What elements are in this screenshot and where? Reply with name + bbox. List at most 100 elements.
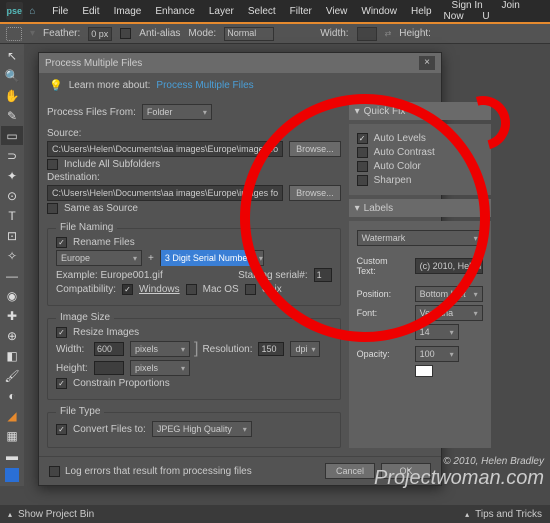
clone-tool-icon[interactable]: ⊕ [1,326,23,345]
marquee-tool-icon[interactable] [6,27,22,41]
width-label: Width: [56,344,88,355]
expand-icon[interactable]: ▴ [8,510,12,519]
height-unit-dropdown[interactable]: pixels [130,360,190,376]
autocontrast-checkbox[interactable] [357,147,368,158]
type-tool-icon[interactable]: T [1,206,23,225]
swap-icon[interactable]: ⇄ [385,29,392,38]
same-source-checkbox[interactable] [47,203,58,214]
feather-label: Feather: [43,28,80,39]
redeye-tool-icon[interactable]: ◉ [1,286,23,305]
convert-checkbox[interactable]: ✓ [56,424,67,435]
resolution-unit-dropdown[interactable]: dpi [290,341,320,357]
mode-dropdown[interactable]: Normal [224,27,274,41]
straighten-tool-icon[interactable]: — [1,266,23,285]
resolution-input[interactable] [258,342,284,356]
menu-layer[interactable]: Layer [203,3,240,20]
include-subfolders-checkbox[interactable] [47,159,58,170]
log-errors-checkbox[interactable] [49,466,60,477]
gradient-tool-icon[interactable]: ▦ [1,426,23,445]
width-input[interactable] [94,342,124,356]
opacity-dropdown[interactable]: 100 [415,346,459,362]
custom-text-input[interactable]: (c) 2010, Helen Bradley [415,258,483,274]
home-icon[interactable]: ⌂ [26,3,40,19]
crop-tool-icon[interactable]: ⊡ [1,226,23,245]
font-dropdown[interactable]: Verdana [415,305,483,321]
name-part2-dropdown[interactable]: 3 Digit Serial Number [160,250,264,266]
labels-header[interactable]: ▾Labels [349,199,491,217]
rename-files-checkbox[interactable]: ✓ [56,237,67,248]
source-label: Source: [47,128,341,139]
menu-help[interactable]: Help [405,3,438,20]
expand-icon[interactable]: ▴ [465,510,469,519]
source-path-input[interactable]: C:\Users\Helen\Documents\aa images\Europ… [47,141,283,157]
lasso-tool-icon[interactable]: ⊃ [1,146,23,165]
undo-indicator[interactable]: U [474,8,497,25]
ok-button[interactable]: OK [381,463,431,479]
shape-tool-icon[interactable]: ▬ [1,446,23,465]
menu-view[interactable]: View [320,3,354,20]
process-from-dropdown[interactable]: Folder [142,104,212,120]
menu-image[interactable]: Image [108,3,148,20]
convert-format-dropdown[interactable]: JPEG High Quality [152,421,252,437]
name-part1-dropdown[interactable]: Europe [56,250,142,266]
color-swatch[interactable] [415,365,433,377]
healing-tool-icon[interactable]: ✚ [1,306,23,325]
zoom-tool-icon[interactable]: 🔍 [1,66,23,85]
move-tool-icon[interactable]: ↖ [1,46,23,65]
dialog-title: Process Multiple Files [45,58,142,69]
autolevels-checkbox[interactable]: ✓ [357,133,368,144]
autocolor-checkbox[interactable] [357,161,368,172]
cancel-button[interactable]: Cancel [325,463,375,479]
eraser-tool-icon[interactable]: ◧ [1,346,23,365]
hand-tool-icon[interactable]: ✋ [1,86,23,105]
menu-filter[interactable]: Filter [284,3,318,20]
position-dropdown[interactable]: Bottom Left [415,286,483,302]
resize-label: Resize Images [73,327,139,338]
learn-link[interactable]: Process Multiple Files [156,80,253,91]
width-option-input[interactable] [357,27,377,41]
image-size-title: Image Size [56,312,114,323]
dest-browse-button[interactable]: Browse... [289,185,341,201]
menu-enhance[interactable]: Enhance [149,3,200,20]
antialias-checkbox[interactable] [120,28,131,39]
eyedropper-tool-icon[interactable]: ✎ [1,106,23,125]
source-browse-button[interactable]: Browse... [289,141,341,157]
menu-edit[interactable]: Edit [76,3,105,20]
magic-wand-tool-icon[interactable]: ✦ [1,166,23,185]
close-button[interactable]: × [419,56,435,70]
lightbulb-icon: 💡 [49,79,63,92]
compat-unix-checkbox[interactable] [245,284,256,295]
height-input[interactable] [94,361,124,375]
height-label: Height: [399,28,431,39]
constrain-checkbox[interactable]: ✓ [56,378,67,389]
font-size-dropdown[interactable]: 14 [415,324,459,340]
starting-serial-input[interactable] [314,268,332,282]
foreground-color[interactable] [5,468,19,482]
rename-files-label: Rename Files [73,237,135,248]
selection-brush-tool-icon[interactable]: ⊙ [1,186,23,205]
width-label: Width: [320,28,348,39]
sharpen-checkbox[interactable] [357,175,368,186]
bucket-tool-icon[interactable]: ◢ [1,406,23,425]
show-project-bin[interactable]: Show Project Bin [18,509,94,520]
quickfix-header[interactable]: ▾Quick Fix [349,102,491,120]
convert-label: Convert Files to: [73,424,146,435]
dest-path-input[interactable]: C:\Users\Helen\Documents\aa images\Europ… [47,185,283,201]
resize-checkbox[interactable]: ✓ [56,327,67,338]
toolbox: ↖ 🔍 ✋ ✎ ▭ ⊃ ✦ ⊙ T ⊡ ✧ — ◉ ✚ ⊕ ◧ 🖌 ◐ ◢ ▦ … [0,44,24,486]
antialias-label: Anti-alias [139,28,180,39]
cookie-cutter-tool-icon[interactable]: ✧ [1,246,23,265]
smart-brush-tool-icon[interactable]: ◐ [1,386,23,405]
brush-tool-icon[interactable]: 🖌 [1,366,23,385]
label-type-dropdown[interactable]: Watermark [357,230,483,246]
marquee-tool-icon[interactable]: ▭ [1,126,23,145]
image-size-group: Image Size ✓Resize Images Width: pixels … [47,318,341,400]
menu-window[interactable]: Window [355,3,403,20]
menu-select[interactable]: Select [242,3,282,20]
tips-tricks[interactable]: Tips and Tricks [475,509,542,520]
width-unit-dropdown[interactable]: pixels [130,341,190,357]
feather-input[interactable] [88,27,112,41]
menu-file[interactable]: File [46,3,74,20]
compat-mac-checkbox[interactable] [186,284,197,295]
height-label: Height: [56,363,88,374]
